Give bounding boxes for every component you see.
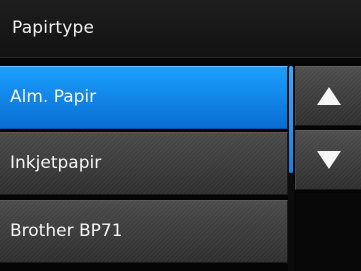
- scroll-up-button[interactable]: [295, 66, 361, 126]
- triangle-down-icon: [316, 151, 341, 169]
- scroll-down-button[interactable]: [295, 130, 361, 190]
- page-title: Papirtype: [12, 18, 95, 38]
- list-item-alm-papir[interactable]: Alm. Papir: [0, 66, 288, 129]
- list-item-brother-bp71[interactable]: Brother BP71: [0, 200, 288, 263]
- paper-type-screen: Papirtype Alm. Papir Inkjetpapir Brother…: [0, 0, 361, 271]
- title-bar: Papirtype: [0, 0, 361, 58]
- list-item-inkjetpapir[interactable]: Inkjetpapir: [0, 132, 288, 195]
- triangle-up-icon: [316, 87, 341, 105]
- list-item-label: Alm. Papir: [10, 87, 97, 107]
- list-item-label: Inkjetpapir: [10, 153, 102, 173]
- side-panel-background: [295, 193, 361, 271]
- scrollbar[interactable]: [288, 66, 294, 271]
- scrollbar-thumb[interactable]: [289, 66, 293, 173]
- list-item-label: Brother BP71: [10, 221, 123, 241]
